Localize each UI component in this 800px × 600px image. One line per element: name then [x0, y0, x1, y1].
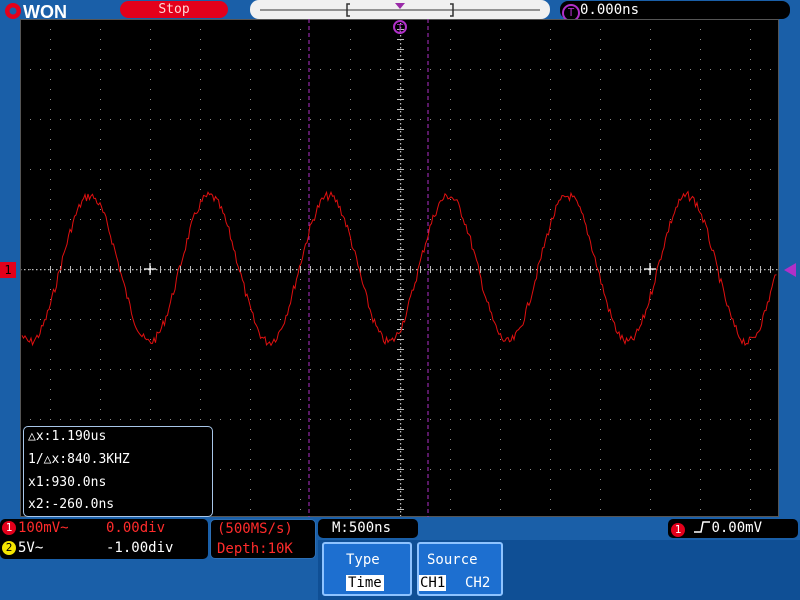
delta-x-readout: △x:1.190us — [28, 429, 107, 444]
ch1-scale[interactable]: 100mV~ — [18, 520, 69, 536]
trigger-level-marker-icon[interactable] — [782, 262, 798, 278]
x2-readout: x2:-260.0ns — [28, 497, 115, 512]
ch2-badge-icon: 2 — [2, 541, 16, 555]
sample-rate: (500MS/s) — [217, 521, 293, 537]
menu-source-button[interactable]: Source CH1 CH2 — [417, 542, 503, 596]
trigger-time-marker-icon[interactable]: T — [393, 20, 407, 35]
trigger-status[interactable]: 1 0.00mV — [668, 519, 798, 538]
menu-type-button[interactable]: Type Time — [322, 542, 412, 596]
trigger-source-badge-icon: 1 — [671, 523, 685, 537]
inverse-delta-x-readout: 1/△x:840.3KHZ — [28, 452, 130, 467]
source-option-ch2[interactable]: CH2 — [465, 575, 490, 591]
cursor-measurement-panel: △x:1.190us 1/△x:840.3KHZ x1:930.0ns x2:-… — [23, 426, 213, 517]
brand-text: WON — [23, 2, 67, 20]
timebase-readout[interactable]: M:500ns — [318, 519, 418, 538]
ch1-ground-marker-icon[interactable]: 1 — [0, 262, 16, 278]
ch1-offset[interactable]: 0.00div — [106, 520, 165, 536]
acquisition-panel: (500MS/s) Depth:10K — [210, 519, 316, 559]
ch1-waveform — [21, 190, 777, 347]
menu-type-label: Type — [346, 552, 380, 568]
memory-depth: Depth:10K — [217, 541, 293, 557]
memory-position-bar — [250, 0, 550, 19]
rising-edge-icon — [694, 521, 711, 533]
ch1-badge-icon: 1 — [2, 521, 16, 535]
menu-type-value: Time — [346, 575, 384, 591]
trigger-level-value: 0.00mV — [711, 520, 763, 536]
function-menu: Type Time Source CH1 CH2 — [318, 540, 800, 600]
owon-logo: WON — [5, 2, 67, 20]
trigger-position-readout: T 0.000ns — [560, 1, 790, 22]
channel-status-panel: 1 100mV~ 0.00div 2 5V~ -1.00div — [0, 519, 208, 559]
trigger-position-value: 0.000ns — [580, 2, 640, 18]
menu-source-label: Source — [427, 552, 478, 568]
source-option-ch1[interactable]: CH1 — [419, 575, 447, 591]
x1-readout: x1:930.0ns — [28, 475, 107, 490]
ch2-offset[interactable]: -1.00div — [106, 540, 173, 556]
ch2-scale[interactable]: 5V~ — [18, 540, 43, 556]
run-stop-indicator[interactable]: Stop — [120, 1, 228, 18]
